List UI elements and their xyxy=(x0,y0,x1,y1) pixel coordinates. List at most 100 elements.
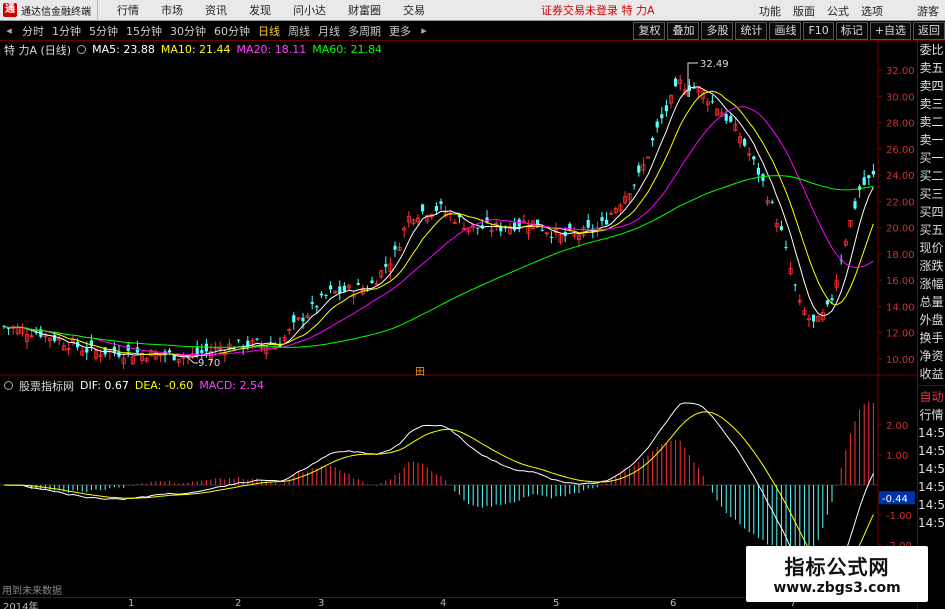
quote-outer-volume: 外盘 xyxy=(919,313,944,327)
time-label: 2 xyxy=(235,598,242,609)
tick-time: 14:56 xyxy=(918,462,945,476)
candle-body-down xyxy=(651,137,655,141)
price-tick-label: 30.00 xyxy=(886,92,915,103)
macd-value: MACD: 2.54 xyxy=(199,379,264,392)
candle-body-down xyxy=(600,217,604,222)
price-tick-label: 14.00 xyxy=(886,302,915,313)
tick-time: 14:55 xyxy=(918,444,945,458)
high-price-label: 32.49 xyxy=(700,59,729,70)
candle-body-down xyxy=(168,350,172,353)
candle-body-down xyxy=(310,301,314,304)
candle-body-down xyxy=(761,174,765,181)
tick-time: 14:56 xyxy=(918,480,945,494)
candle-body-down xyxy=(779,226,783,230)
candle-body-down xyxy=(356,283,360,285)
candle-body-down xyxy=(637,165,641,173)
candle-body-down xyxy=(476,227,480,229)
candle-body-down xyxy=(255,338,259,340)
candle-body-down xyxy=(421,204,425,212)
quote-volume: 总量 xyxy=(919,295,944,309)
quote-entrust-ratio: 委比 xyxy=(919,43,944,57)
candle-body-down xyxy=(862,177,866,185)
quote-sell1: 卖一 xyxy=(919,133,944,147)
candle-body-down xyxy=(871,170,875,175)
quote-earnings: 收益 xyxy=(919,367,944,381)
candle-body-down xyxy=(825,300,829,305)
quote-sell3: 卖三 xyxy=(919,97,944,111)
candle-body-down xyxy=(329,285,333,290)
ma10-line xyxy=(3,90,874,357)
candle-body-down xyxy=(292,315,296,323)
candle-body-down xyxy=(135,347,139,353)
macd-current-value: -0.44 xyxy=(882,494,908,505)
event-marker-icon[interactable]: 田 xyxy=(415,367,425,378)
price-tick-label: 10.00 xyxy=(886,355,915,366)
quote-change: 涨跌 xyxy=(919,259,944,273)
candle-body-down xyxy=(370,280,374,284)
time-label: 1 xyxy=(128,598,135,609)
candle-body-down xyxy=(513,222,517,231)
candle-body-down xyxy=(319,293,323,296)
kline-chart[interactable]: 32.00 30.00 28.00 26.00 24.00 22.00 20.00 18.00… xyxy=(0,0,917,597)
back-button[interactable]: 返回 xyxy=(913,22,945,40)
candle-body-down xyxy=(770,201,774,203)
dea-value: DEA: -0.60 xyxy=(134,379,194,392)
price-tick-label: 28.00 xyxy=(886,119,915,130)
quote-divider xyxy=(918,385,945,386)
candle-body-down xyxy=(85,348,89,353)
quote-net-assets: 净资 xyxy=(919,349,944,363)
guest-user[interactable]: 游客 xyxy=(917,3,945,19)
watermark-title: 指标公式网 xyxy=(784,555,890,579)
candle-body-down xyxy=(793,284,797,286)
time-label: 2014年 xyxy=(3,602,39,609)
tick-time: 14:55 xyxy=(918,426,945,440)
tab-quote[interactable]: 行情 xyxy=(918,406,945,424)
chart-grid xyxy=(0,41,917,596)
tick-time: 14:56 xyxy=(918,516,945,530)
candle-body-down xyxy=(439,201,443,204)
tab-auto[interactable]: 自动 xyxy=(918,388,945,406)
candle-body-down xyxy=(7,328,11,330)
quote-buy1: 买一 xyxy=(919,151,944,165)
candlesticks xyxy=(2,74,875,370)
price-tick-label: 20.00 xyxy=(886,224,915,235)
candle-body-down xyxy=(660,114,664,119)
ma5-line xyxy=(3,86,874,358)
candle-body-down xyxy=(301,317,305,322)
price-axis: 32.00 30.00 28.00 26.00 24.00 22.00 20.00 18.00… xyxy=(878,66,915,366)
candle-body-down xyxy=(540,229,544,231)
time-label: 3 xyxy=(318,598,325,609)
macd-tick-label: 1.00 xyxy=(886,451,908,462)
candle-body-down xyxy=(729,115,733,122)
quote-sell5: 卖五 xyxy=(919,61,944,75)
candle-body-down xyxy=(605,219,609,225)
status-text: 用到未来数据 xyxy=(2,586,62,597)
candle-body-down xyxy=(338,286,342,294)
quote-buy4: 买四 xyxy=(919,205,944,219)
candle-body-down xyxy=(549,236,553,238)
candle-body-down xyxy=(237,339,241,341)
macd-tick-label: 2.00 xyxy=(886,421,908,432)
watermark-banner: 指标公式网 www.zbgs3.com xyxy=(746,546,928,602)
ma20-line xyxy=(3,106,874,356)
ma60-line xyxy=(3,175,874,348)
candle-body-down xyxy=(393,245,397,250)
tick-time: 14:56 xyxy=(918,498,945,512)
candle-body-down xyxy=(315,306,319,308)
macd-settings-icon[interactable] xyxy=(4,381,13,390)
candle-body-down xyxy=(724,113,728,121)
indicator-name: 股票指标网 xyxy=(19,379,74,393)
candle-body-down xyxy=(710,101,714,103)
time-label: 5 xyxy=(553,598,560,609)
candle-body-down xyxy=(853,201,857,209)
price-tick-label: 24.00 xyxy=(886,171,915,182)
candle-body-down xyxy=(664,105,668,112)
candle-body-down xyxy=(586,219,590,228)
price-tick-label: 16.00 xyxy=(886,276,915,287)
candle-body-down xyxy=(867,175,871,179)
quote-buy2: 买二 xyxy=(919,169,944,183)
candle-body-down xyxy=(384,264,388,267)
candle-body-down xyxy=(752,156,756,160)
candle-body-down xyxy=(434,205,438,211)
candle-body-down xyxy=(324,295,328,297)
